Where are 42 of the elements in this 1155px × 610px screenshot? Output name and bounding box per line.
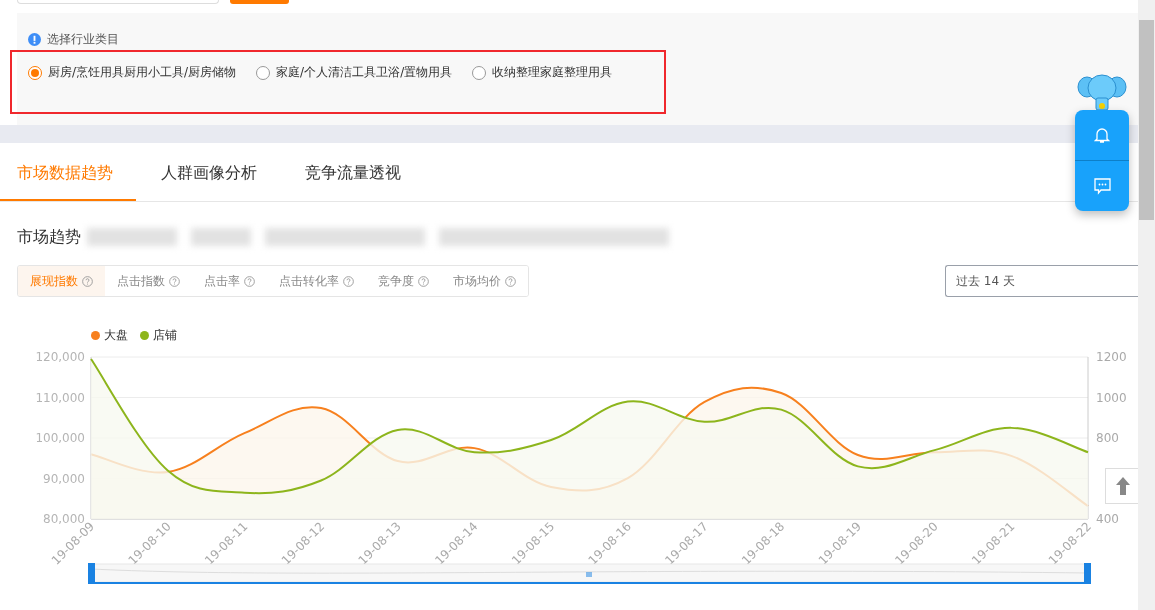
range-slider[interactable] xyxy=(88,563,1091,584)
bell-icon xyxy=(1094,126,1110,144)
axis-label: 800 xyxy=(1096,431,1119,445)
metric-label: 点击指数 xyxy=(117,272,165,290)
chat-icon xyxy=(1093,177,1111,195)
help-icon xyxy=(505,275,516,287)
back-to-top-button[interactable] xyxy=(1105,468,1138,504)
help-icon xyxy=(244,275,255,287)
tab[interactable]: 人群画像分析 xyxy=(144,143,280,201)
scrollbar-thumb[interactable] xyxy=(1139,20,1154,220)
radio-dot[interactable] xyxy=(28,65,42,80)
elephant-mascot-icon xyxy=(1077,72,1127,110)
metric-tab[interactable]: 展现指数 xyxy=(18,266,105,296)
axis-label: 80,000 xyxy=(43,512,85,526)
legend-label: 大盘 xyxy=(104,326,128,344)
axis-label: 100,000 xyxy=(35,431,85,445)
axis-label: 90,000 xyxy=(43,471,85,486)
help-icon xyxy=(343,275,354,287)
metric-label: 点击转化率 xyxy=(279,272,339,290)
help-icon xyxy=(169,275,180,287)
radio-dot[interactable] xyxy=(472,65,487,80)
arrow-up-icon xyxy=(1116,477,1130,495)
help-icon xyxy=(418,275,429,287)
help-icon xyxy=(82,275,93,287)
tab[interactable]: 市场数据趋势 xyxy=(0,143,136,201)
info-icon xyxy=(28,32,41,46)
axis-label: 1200 xyxy=(1096,350,1127,364)
metric-label: 展现指数 xyxy=(30,272,78,290)
metric-label: 点击率 xyxy=(204,272,240,290)
axis-label: 110,000 xyxy=(35,390,85,405)
metric-label: 竞争度 xyxy=(378,272,414,290)
tab[interactable]: 竞争流量透视 xyxy=(288,143,424,201)
section-title: 市场趋势 xyxy=(17,226,81,248)
metric-label: 市场均价 xyxy=(453,272,501,290)
axis-label: 400 xyxy=(1096,512,1119,526)
axis-label: 120,000 xyxy=(35,350,85,364)
radio-dot[interactable] xyxy=(256,65,271,80)
legend-label: 店铺 xyxy=(153,326,177,344)
axis-label: 1000 xyxy=(1096,390,1127,405)
period-select[interactable]: 过去 14 天 xyxy=(945,265,1138,297)
filter-title: 选择行业类目 xyxy=(47,30,119,48)
search-button[interactable] xyxy=(230,0,289,4)
